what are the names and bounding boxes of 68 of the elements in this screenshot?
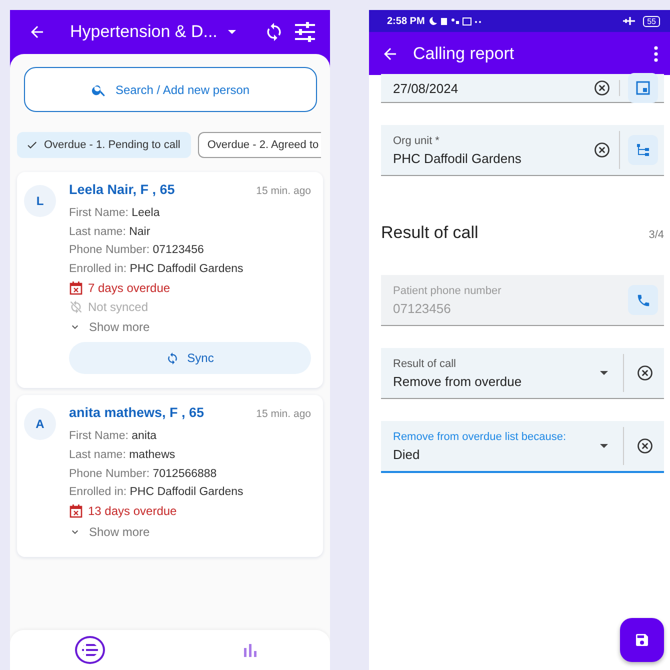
avatar: A [24, 408, 56, 440]
person-name: anita mathews, F , 65 [69, 405, 204, 420]
section-title: Result of call [381, 223, 478, 243]
org-tree-button[interactable] [628, 135, 658, 165]
phone-icon [636, 292, 650, 308]
search-button[interactable]: Search / Add new person [24, 67, 317, 112]
clear-icon[interactable] [636, 437, 654, 455]
filter-icon[interactable] [294, 22, 316, 42]
date-field[interactable]: 27/08/2024 [381, 74, 664, 103]
field-label: Result of call [393, 358, 457, 370]
attribute-text: Last name: Nair [69, 224, 152, 240]
save-icon [634, 632, 650, 648]
attribute-text: Enrolled in: PHC Daffodil Gardens [69, 485, 244, 500]
more-options-icon[interactable] [654, 46, 658, 62]
timestamp: 15 min. ago [256, 408, 311, 420]
person-name: Leela Nair, F , 65 [69, 182, 175, 197]
field-label: Patient phone number [393, 284, 502, 296]
overdue-text: 13 days overdue [88, 504, 177, 518]
dropdown-field[interactable]: Remove from overdue list because: Died [381, 421, 664, 473]
save-button[interactable] [620, 618, 664, 662]
field-value: Remove from overdue [393, 374, 523, 388]
field-label: Org unit * [393, 134, 440, 146]
show-more-button[interactable]: Show more [69, 520, 150, 543]
status-icons-drawing [428, 16, 481, 26]
sync-disabled-icon [69, 300, 83, 314]
sync-status: Not synced [88, 300, 148, 314]
tree-icon [636, 143, 650, 157]
dropdown-caret-icon[interactable] [599, 368, 609, 378]
calendar-overdue-icon [69, 504, 83, 518]
attribute-text: Phone Number: 7012566888 [69, 466, 218, 482]
calendar-overdue-icon [69, 280, 83, 295]
overdue-text: 7 days overdue [88, 280, 170, 295]
clear-icon[interactable] [593, 141, 611, 159]
program-title[interactable]: Hypertension & D... [70, 22, 218, 42]
timestamp: 15 min. ago [256, 185, 311, 197]
field-value: PHC Daffodil Gardens [393, 150, 522, 166]
attribute-text: First Name: anita [69, 429, 158, 444]
avatar: L [24, 185, 56, 217]
battery-indicator: 55 [643, 16, 660, 26]
filter-chip[interactable]: Overdue - 1. Pending to call [17, 132, 192, 158]
clear-icon[interactable] [636, 364, 654, 382]
show-more-button[interactable]: Show more [69, 316, 150, 338]
status-time: 2:58 PM [387, 16, 425, 26]
attribute-text: First Name: Leela [69, 206, 161, 221]
field-value: 27/08/2024 [393, 80, 460, 96]
screen-title: Calling report [413, 44, 514, 64]
field-label: Remove from overdue list because: [393, 430, 568, 442]
person-card[interactable]: L Leela Nair, F , 65 15 min. ago First Name: Leela Last name: Nair Phone Number: 07123456 Enrolled in: PHC Daffodil Gardens 7 days overdue Not synced Show more Sync [17, 172, 323, 388]
clear-icon[interactable] [593, 79, 611, 97]
airplane-icon [623, 16, 636, 26]
person-card[interactable]: A anita mathews, F , 65 15 min. ago First Name: anita Last name: mathews Phone Number: 7012566888 Enrolled in: PHC Daffodil Gardens 13 days overdue Show more [17, 395, 323, 557]
dropdown-caret-icon[interactable] [227, 27, 238, 37]
calendar-button[interactable] [628, 73, 658, 103]
field-value: Died [393, 446, 421, 462]
checkmark-icon [26, 139, 38, 151]
field-value: 07123456 [393, 300, 452, 316]
sync-icon[interactable] [264, 22, 284, 42]
attribute-text: Phone Number: 07123456 [69, 243, 205, 258]
sync-button[interactable]: Sync [69, 342, 311, 374]
org-unit-field[interactable]: Org unit * PHC Daffodil Gardens [381, 125, 664, 176]
calendar-icon [636, 81, 650, 95]
attribute-text: Last name: mathews [69, 448, 176, 463]
sync-icon [166, 352, 180, 365]
dropdown-caret-icon[interactable] [599, 441, 609, 451]
dropdown-field[interactable]: Result of call Remove from overdue [381, 348, 664, 399]
attribute-text: Enrolled in: PHC Daffodil Gardens [69, 262, 244, 277]
filter-chip[interactable]: Overdue - 2. Agreed to [198, 132, 321, 158]
section-counter: 3/4 [648, 229, 664, 241]
